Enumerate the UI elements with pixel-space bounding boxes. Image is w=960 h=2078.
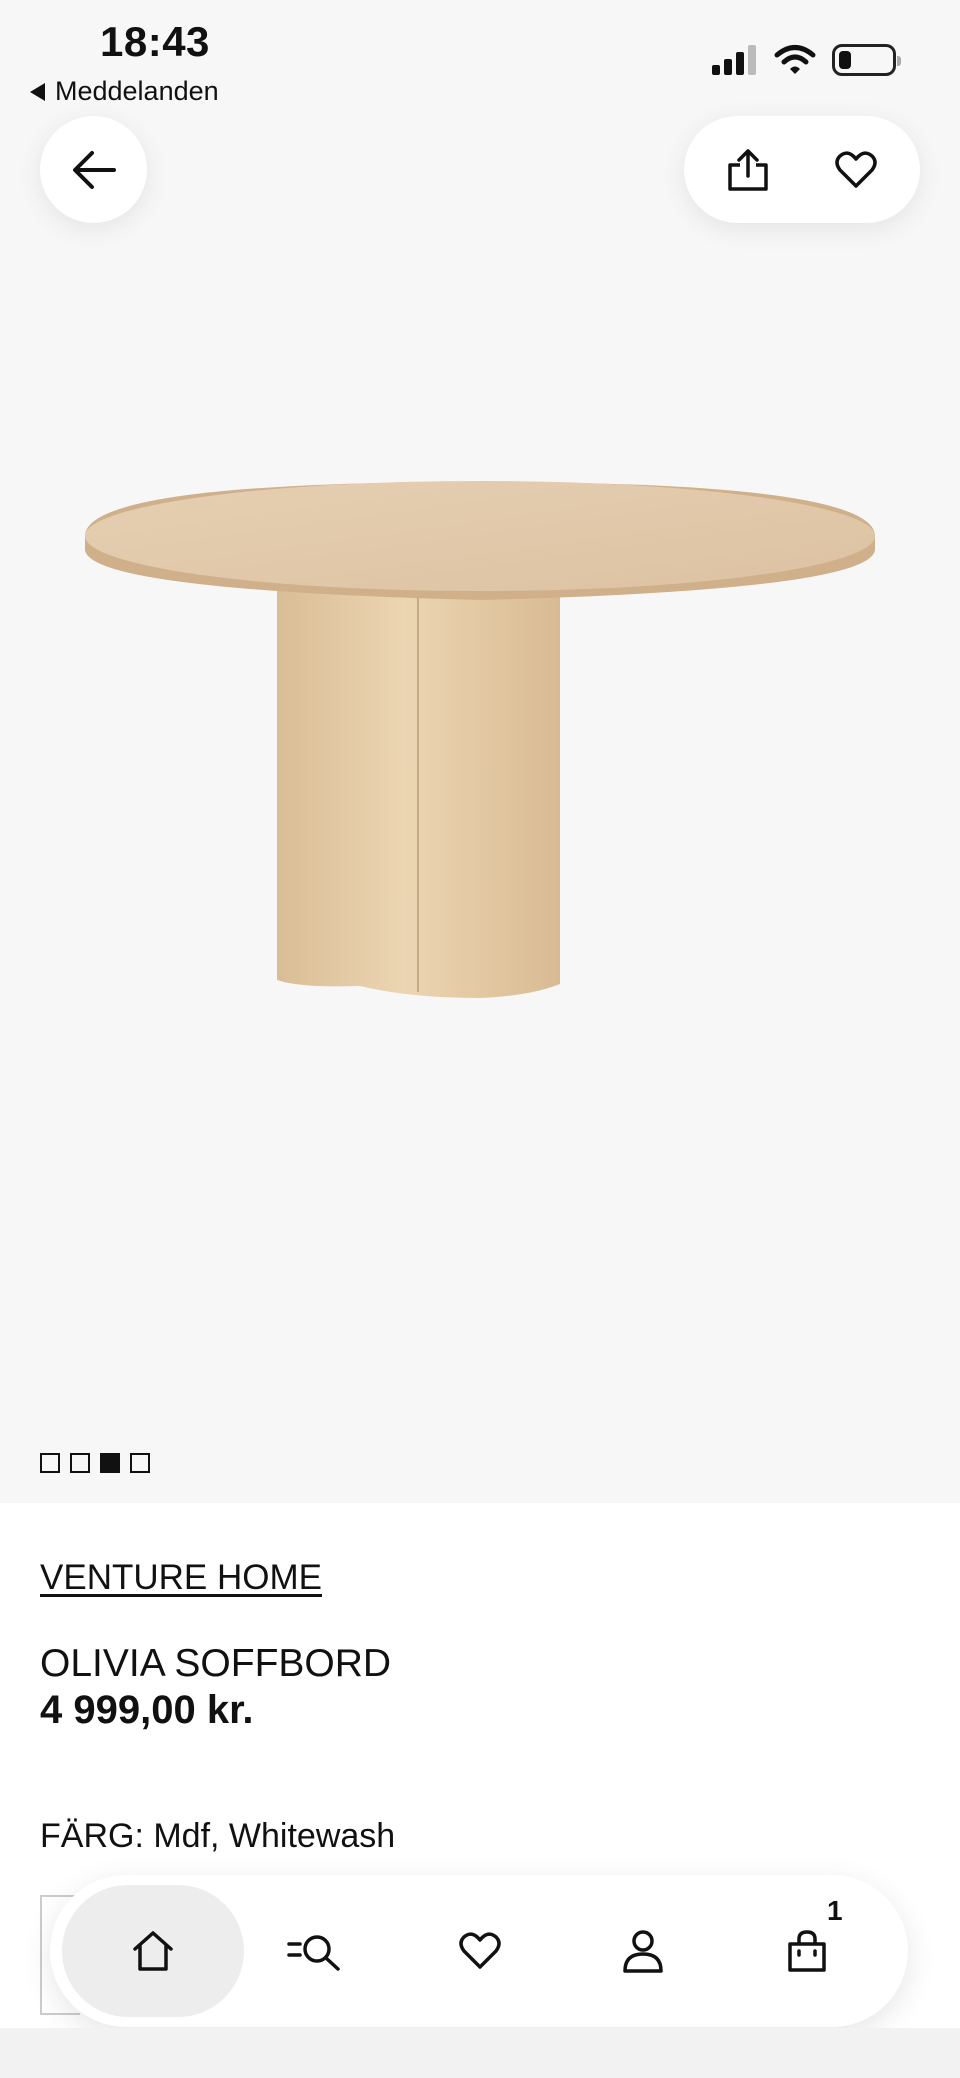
gallery-indicator — [40, 1453, 150, 1473]
arrow-left-icon — [72, 150, 116, 189]
tab-cart[interactable] — [741, 1885, 873, 2017]
product-image[interactable] — [80, 470, 880, 1010]
home-icon — [133, 1931, 173, 1971]
color-label: FÄRG: Mdf, Whitewash — [40, 1817, 396, 1855]
tab-bar: 1 — [50, 1875, 908, 2027]
tab-account[interactable] — [577, 1885, 709, 2017]
share-button[interactable] — [713, 135, 783, 205]
gallery-dot[interactable] — [130, 1453, 150, 1473]
product-hero: 18:43 Meddelanden — [0, 0, 960, 1503]
heart-icon — [459, 1932, 501, 1969]
cart-count-badge: 1 — [827, 1895, 843, 1926]
heart-icon — [835, 150, 877, 188]
back-to-app-link[interactable]: Meddelanden — [30, 76, 219, 107]
bag-icon — [788, 1930, 826, 1972]
battery-icon — [832, 44, 901, 76]
product-price: 4 999,00 kr. — [40, 1688, 254, 1732]
product-actions — [684, 116, 920, 223]
tab-favorites[interactable] — [414, 1885, 546, 2017]
product-name: OLIVIA SOFFBORD — [40, 1642, 392, 1685]
wifi-icon — [774, 45, 816, 74]
gallery-dot-active[interactable] — [100, 1453, 120, 1473]
status-time: 18:43 — [100, 18, 210, 65]
gallery-dot[interactable] — [70, 1453, 90, 1473]
back-button[interactable] — [40, 116, 147, 223]
search-icon — [287, 1935, 340, 1971]
signal-icon — [712, 45, 756, 75]
brand-link[interactable]: VENTURE HOME — [40, 1558, 322, 1598]
favorite-button[interactable] — [821, 135, 891, 205]
status-bar: 18:43 Meddelanden — [0, 0, 960, 106]
status-icons — [712, 44, 901, 76]
person-icon — [623, 1930, 663, 1973]
gallery-dot[interactable] — [40, 1453, 60, 1473]
tab-search[interactable] — [250, 1885, 382, 2017]
share-icon — [728, 148, 768, 191]
back-triangle-icon — [30, 82, 45, 101]
tab-home[interactable] — [62, 1885, 244, 2017]
home-indicator-area — [0, 2028, 960, 2078]
back-to-app-label: Meddelanden — [55, 76, 219, 106]
